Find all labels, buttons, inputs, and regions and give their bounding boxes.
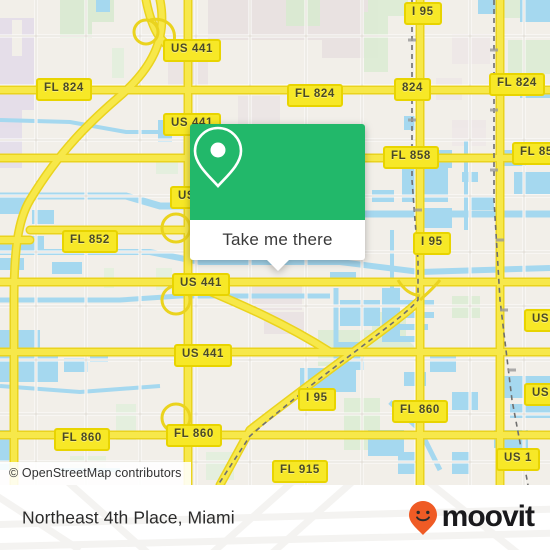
road-shield: FL 852 [62,230,118,253]
road-shield: I 95 [413,232,451,255]
road-shield: FL 915 [272,460,328,483]
road-shield: FL 824 [489,73,545,96]
map-canvas[interactable]: I 95 US 441 FL 824 FL 824 824 FL 824 US 441 FL … [0,0,550,485]
road-shield: FL 860 [54,428,110,451]
road-shield: I 95 [298,388,336,411]
location-title: Northeast 4th Place, Miami [22,507,235,527]
road-shield: US 441 [172,273,230,296]
road-shield: FL 858 [383,146,439,169]
road-shield: FL 824 [36,78,92,101]
road-shield: FL 860 [166,424,222,447]
map-attribution[interactable]: © OpenStreetMap contributors [0,462,191,485]
footer-bar: Northeast 4th Place, Miami moovit [0,485,550,550]
location-pin-icon [193,126,243,188]
popup-header [190,124,365,220]
moovit-brand[interactable]: moovit [408,499,535,536]
moovit-smiley-pin-icon [408,500,437,535]
road-shield: FL 824 [287,84,343,107]
popup-action-label: Take me there [222,230,333,249]
road-shield: US 1 [524,309,550,332]
road-shield: I 95 [404,2,442,25]
moovit-wordmark: moovit [441,499,535,533]
road-shield: FL 860 [392,400,448,423]
location-popup[interactable]: Take me there [190,124,365,271]
popup-tail [266,260,289,271]
popup-action[interactable]: Take me there [190,220,365,271]
road-shield: US 441 [163,39,221,62]
road-shield: 824 [394,78,431,101]
road-shield: US 1 [524,383,550,406]
moovit-map-screen: I 95 US 441 FL 824 FL 824 824 FL 824 US 441 FL … [0,0,550,550]
road-shield: FL 858 [512,142,550,165]
road-shield: US 1 [496,448,540,471]
road-shield: US 441 [174,344,232,367]
